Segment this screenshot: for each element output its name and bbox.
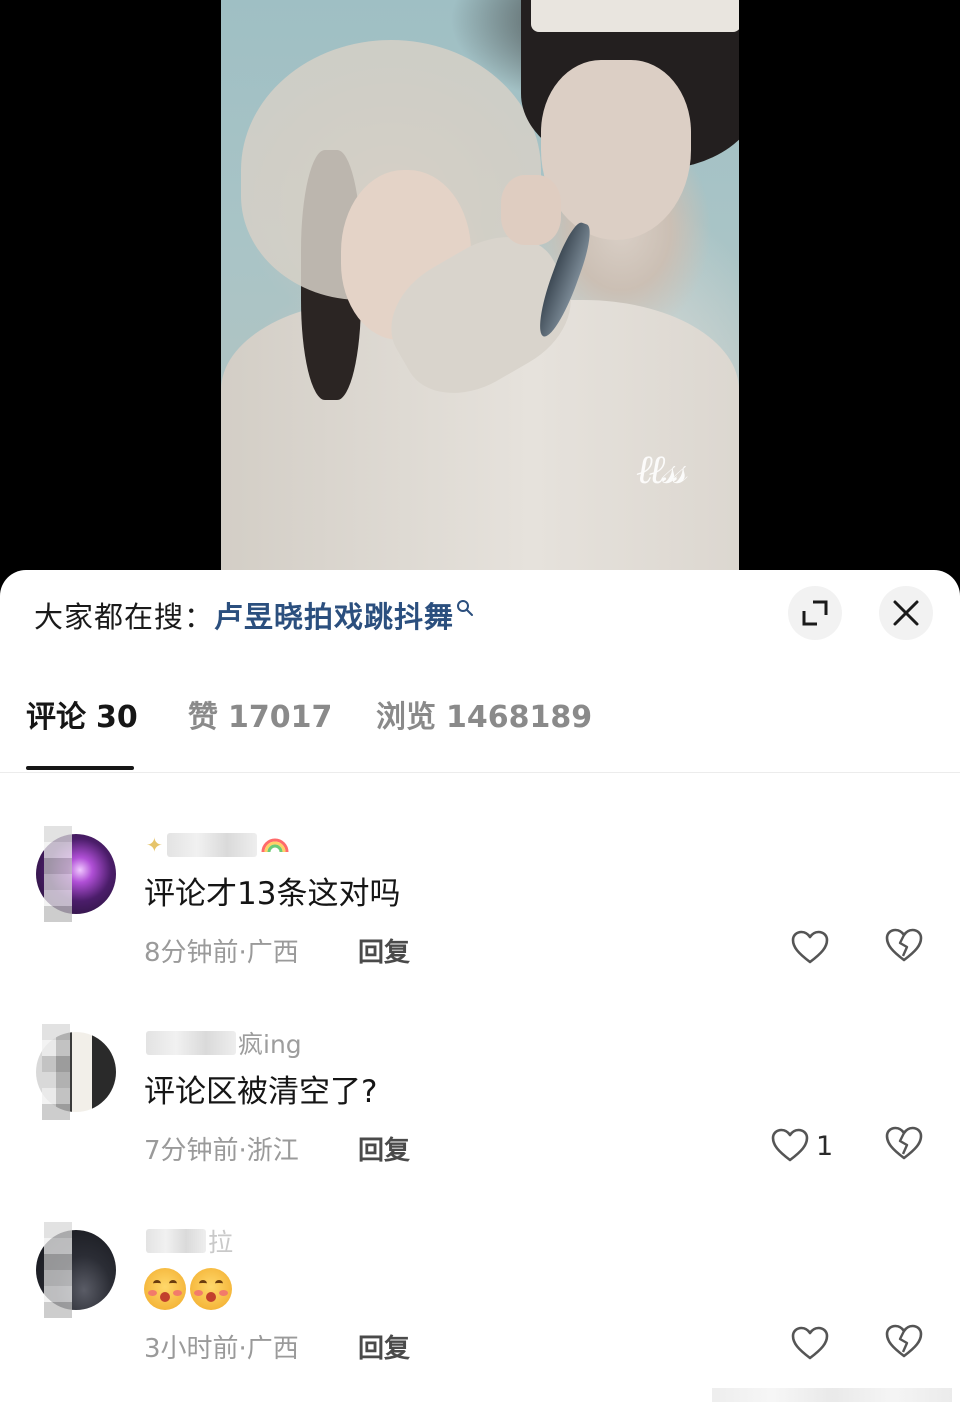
tab-likes[interactable]: 赞 17017: [188, 692, 332, 736]
comment-meta: 8分钟前·广西: [144, 938, 299, 968]
reply-button[interactable]: 回复: [358, 1328, 410, 1365]
heart-icon: [791, 1326, 829, 1360]
comment-item: 拉 3小时前·广西 回复: [0, 1222, 960, 1402]
like-button[interactable]: [790, 1322, 830, 1366]
avatar-blur: [42, 1024, 70, 1120]
reply-button[interactable]: 回复: [358, 932, 410, 969]
search-suggestion-term[interactable]: 卢昱晓拍戏跳抖舞: [214, 594, 454, 636]
expand-icon: [802, 600, 828, 626]
broken-heart-icon: [885, 928, 923, 962]
tab-likes-label: 赞: [188, 700, 218, 735]
tab-views-count: 1468189: [446, 700, 593, 735]
kissing-face-emoji: [144, 1268, 186, 1310]
tab-comments-label: 评论: [26, 700, 86, 735]
dislike-button[interactable]: [884, 926, 928, 970]
comment-item: 疯ing 评论区被清空了? 7分钟前·浙江 回复 1: [0, 1024, 960, 1204]
search-suggestion-label: 大家都在搜：: [34, 600, 215, 634]
tab-bar: 评论 30 赞 17017 浏览 1468189: [0, 670, 960, 773]
comment-username[interactable]: 疯ing: [146, 1026, 302, 1060]
comment-meta: 3小时前·广西: [144, 1334, 299, 1364]
comment-text: 评论才13条这对吗: [144, 876, 401, 912]
comment-item: ✦ 评论才13条这对吗 8分钟前·广西 回复: [0, 826, 960, 1006]
username-blur: [146, 1031, 236, 1055]
dislike-button[interactable]: [884, 1322, 928, 1366]
kissing-face-emoji: [190, 1268, 232, 1310]
comment-username-text: 疯ing: [238, 1030, 302, 1059]
video-figure-hand: [501, 175, 561, 245]
like-button[interactable]: [790, 926, 830, 970]
dislike-button[interactable]: [884, 1124, 928, 1168]
comment-username-text: 拉: [208, 1228, 234, 1257]
video-frame[interactable]: ℓℓ𝓈𝓈: [221, 0, 739, 600]
watermark: [712, 1388, 952, 1402]
comment-text: 评论区被清空了?: [144, 1074, 378, 1110]
video-player[interactable]: ℓℓ𝓈𝓈: [0, 0, 960, 600]
tab-views-label: 浏览: [376, 700, 436, 735]
tab-views[interactable]: 浏览 1468189: [376, 692, 592, 736]
close-icon: [893, 600, 919, 626]
tab-active-indicator: [26, 766, 134, 770]
heart-icon: [771, 1128, 809, 1162]
comment-emoji-row: [144, 1268, 236, 1310]
avatar-blur: [44, 826, 72, 922]
comment-username[interactable]: ✦: [146, 828, 289, 862]
rainbow-icon: [261, 831, 289, 860]
comment-username[interactable]: 拉: [146, 1224, 233, 1258]
tab-comments-count: 30: [96, 700, 138, 735]
like-count: 1: [816, 1130, 834, 1162]
sparkle-icon: ✦: [146, 833, 163, 857]
broken-heart-icon: [885, 1324, 923, 1358]
heart-icon: [791, 930, 829, 964]
video-figure-face-2: [541, 60, 691, 240]
like-button[interactable]: 1: [770, 1124, 833, 1168]
tab-comments[interactable]: 评论 30: [26, 692, 138, 736]
search-suggestion[interactable]: 大家都在搜： 卢昱晓拍戏跳抖舞: [34, 590, 474, 640]
close-button[interactable]: [879, 586, 933, 640]
broken-heart-icon: [885, 1126, 923, 1160]
comment-meta: 7分钟前·浙江: [144, 1136, 299, 1166]
comment-sheet: 大家都在搜： 卢昱晓拍戏跳抖舞 评论 30 赞 17017 浏览 1468189: [0, 570, 960, 1408]
username-blur: [146, 1229, 206, 1253]
search-icon[interactable]: [456, 599, 474, 617]
expand-button[interactable]: [788, 586, 842, 640]
video-figure-headband: [531, 0, 739, 32]
reply-button[interactable]: 回复: [358, 1130, 410, 1167]
avatar-blur: [44, 1222, 72, 1318]
tab-likes-count: 17017: [228, 700, 333, 735]
username-blur: [166, 833, 257, 857]
drama-logo: ℓℓ𝓈𝓈: [636, 447, 687, 493]
